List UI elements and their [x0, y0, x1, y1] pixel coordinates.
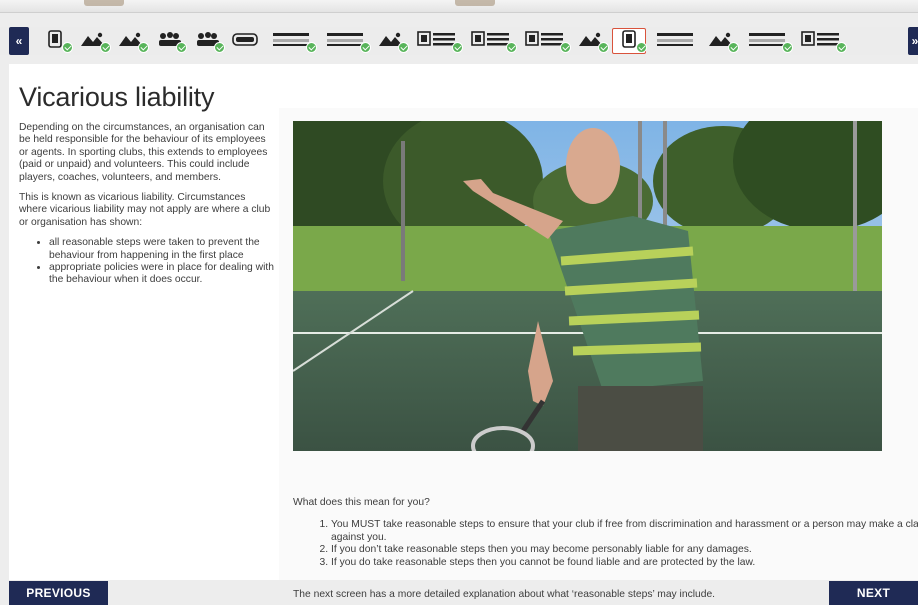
completed-check-icon [360, 42, 371, 53]
slide-thumb-5[interactable] [190, 28, 225, 54]
slide-strip [38, 27, 918, 55]
text-list-icon [417, 30, 457, 53]
tennis-coach-photo [293, 121, 882, 451]
slide-thumb-8[interactable] [320, 28, 371, 54]
slide-thumb-1[interactable] [38, 28, 73, 54]
next-screen-note: The next screen has a more detailed expl… [293, 589, 716, 600]
media-panel: What does this mean for you? You MUST ta… [279, 108, 918, 600]
completed-check-icon [560, 42, 571, 53]
slider-icon [747, 30, 787, 53]
top-thumb [84, 0, 124, 6]
list-item: If you do take reasonable steps then you… [331, 557, 918, 570]
completed-check-icon [728, 42, 739, 53]
intro-paragraph: Depending on the circumstances, an organ… [19, 122, 268, 183]
slider-icon [325, 30, 365, 53]
text-list-icon [471, 30, 511, 53]
completed-check-icon [176, 42, 187, 53]
completed-check-icon [782, 42, 793, 53]
slide-thumb-10[interactable] [412, 28, 463, 54]
completed-check-icon [214, 42, 225, 53]
completed-check-icon [506, 42, 517, 53]
steps-list: You MUST take reasonable steps to ensure… [293, 519, 918, 569]
content-card: Vicarious liability Depending on the cir… [9, 64, 918, 600]
completed-check-icon [636, 42, 647, 53]
intro-paragraph: This is known as vicarious liability. Ci… [19, 192, 271, 228]
slide-thumb-7[interactable] [266, 28, 317, 54]
text-list-icon [801, 30, 841, 53]
condition-list: all reasonable steps were taken to preve… [19, 237, 275, 287]
text-list-icon [525, 30, 565, 53]
slide-navigation-bar: « » [0, 27, 918, 55]
scroll-left-button[interactable]: « [9, 27, 29, 55]
slide-thumb-3[interactable] [114, 28, 149, 54]
list-item: If you don’t take reasonable steps then … [331, 544, 918, 557]
completed-check-icon [836, 42, 847, 53]
slider-icon [271, 30, 311, 53]
top-strip [0, 0, 918, 13]
list-item: appropriate policies were in place for d… [49, 262, 275, 287]
slide-thumb-6[interactable] [228, 28, 262, 54]
slide-thumb-17[interactable] [742, 28, 793, 54]
intro-text: Depending on the circumstances, an organ… [19, 122, 275, 287]
slide-thumb-9[interactable] [374, 28, 409, 54]
top-thumb [455, 0, 495, 6]
next-button[interactable]: NEXT [829, 581, 918, 605]
completed-check-icon [598, 42, 609, 53]
slide-thumb-16[interactable] [704, 28, 739, 54]
question-text: What does this mean for you? [293, 497, 430, 508]
slider-icon [655, 30, 695, 53]
list-item: all reasonable steps were taken to preve… [49, 237, 275, 262]
slide-thumb-12[interactable] [520, 28, 571, 54]
slide-thumb-14[interactable] [612, 28, 647, 54]
list-item: You MUST take reasonable steps to ensure… [331, 519, 918, 544]
page-title: Vicarious liability [19, 82, 215, 112]
scroll-right-button[interactable]: » [908, 27, 918, 55]
slide-thumb-13[interactable] [574, 28, 609, 54]
slide-thumb-15[interactable] [650, 28, 700, 54]
completed-check-icon [306, 42, 317, 53]
slide-thumb-4[interactable] [152, 28, 187, 54]
completed-check-icon [62, 42, 73, 53]
completed-check-icon [452, 42, 463, 53]
previous-button[interactable]: PREVIOUS [9, 581, 108, 605]
completed-check-icon [398, 42, 409, 53]
slide-thumb-2[interactable] [76, 28, 111, 54]
completed-check-icon [100, 42, 111, 53]
button-icon [231, 30, 259, 53]
completed-check-icon [138, 42, 149, 53]
slide-thumb-11[interactable] [466, 28, 517, 54]
slide-thumb-18[interactable] [796, 28, 847, 54]
